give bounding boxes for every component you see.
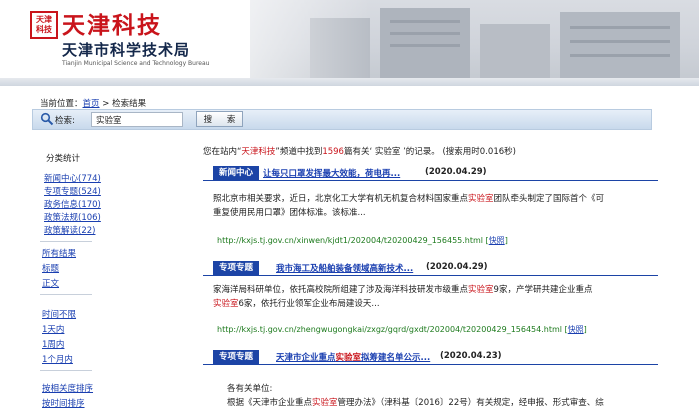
- result-snapshot-link[interactable]: 快照: [568, 325, 584, 334]
- category-gov-info-link[interactable]: 政务信息(170): [44, 198, 101, 210]
- filter-title[interactable]: 标题: [42, 262, 59, 274]
- results-summary: 您在站内“天津科技”频道中找到1596篇有关‘ 实验室 ’的记录。 (搜索用时0…: [203, 147, 516, 157]
- time-1-month[interactable]: 1个月内: [42, 353, 73, 365]
- result-date: (2020.04.23): [440, 351, 502, 361]
- time-1-week[interactable]: 1周内: [42, 338, 64, 350]
- search-input[interactable]: [91, 112, 183, 127]
- result-title-link[interactable]: 天津市企业重点实验室拟筹建名单公示...: [276, 351, 430, 363]
- result-snapshot-link[interactable]: 快照: [489, 236, 505, 245]
- category-policy-interp-link[interactable]: 政策解读(22): [44, 224, 95, 236]
- category-policy-link[interactable]: 政策法规(106): [44, 211, 101, 223]
- category-special-link[interactable]: 专项专题(524): [44, 185, 101, 197]
- summary-site: 天津科技: [241, 147, 276, 157]
- result-date: (2020.04.29): [426, 262, 488, 272]
- category-news-link[interactable]: 新闻中心(774): [44, 172, 101, 184]
- result-title-link[interactable]: 让每只口罩发挥最大效能，荷电再...: [263, 167, 400, 179]
- logo-seal: 天津 科技: [30, 11, 58, 39]
- site-logo-title: 天津科技: [62, 12, 162, 39]
- sort-time[interactable]: 按时间排序: [42, 397, 85, 409]
- result-url: http://kxjs.tj.gov.cn/zhengwugongkai/zxg…: [217, 325, 587, 334]
- breadcrumb-home-link[interactable]: 首页: [83, 99, 100, 109]
- result-category-tag[interactable]: 新闻中心: [213, 166, 260, 180]
- stats-title: 分类统计: [46, 154, 81, 164]
- result-title-link[interactable]: 我市海工及船舶装备领域高新技术...: [276, 262, 413, 274]
- result-url: http://kxjs.tj.gov.cn/xinwen/kjdt1/20200…: [217, 236, 508, 245]
- filter-all-results[interactable]: 所有结果: [42, 247, 76, 259]
- search-label: 检索:: [55, 116, 75, 126]
- time-unlimited[interactable]: 时间不限: [42, 308, 76, 320]
- filter-body[interactable]: 正文: [42, 277, 59, 289]
- summary-count: 1596: [322, 147, 344, 157]
- breadcrumb-current: 检索结果: [112, 99, 147, 109]
- result-category-tag[interactable]: 专项专题: [213, 261, 260, 275]
- bureau-name-english: Tianjin Municipal Science and Technology…: [62, 60, 210, 67]
- result-date: (2020.04.29): [425, 167, 487, 177]
- result-snippet: 照北京市相关要求，近日，北京化工大学有机无机复合材料国家重点实验室团队牵头制定了…: [213, 194, 605, 218]
- breadcrumb: 当前位置：首页 > 检索结果: [40, 99, 147, 109]
- search-button[interactable]: 搜 索: [196, 111, 243, 127]
- search-icon: [40, 112, 54, 126]
- header-banner: 天津 科技 天津科技 天津市科学技术局 Tianjin Municipal Sci…: [0, 0, 699, 86]
- result-snippet: 家海洋局科研单位，依托高校院所组建了涉及海洋科技研发市级重点实验室9家，产学研共…: [213, 285, 593, 309]
- breadcrumb-prefix: 当前位置：: [40, 99, 83, 109]
- result-category-tag[interactable]: 专项专题: [213, 350, 260, 364]
- bureau-name: 天津市科学技术局: [62, 41, 191, 59]
- result-snippet: 各有关单位: 根据《天津市企业重点实验室管理办法》（津科基〔2016〕22号）有…: [227, 384, 604, 408]
- sort-relevance[interactable]: 按相关度排序: [42, 382, 93, 394]
- time-1-day[interactable]: 1天内: [42, 323, 64, 335]
